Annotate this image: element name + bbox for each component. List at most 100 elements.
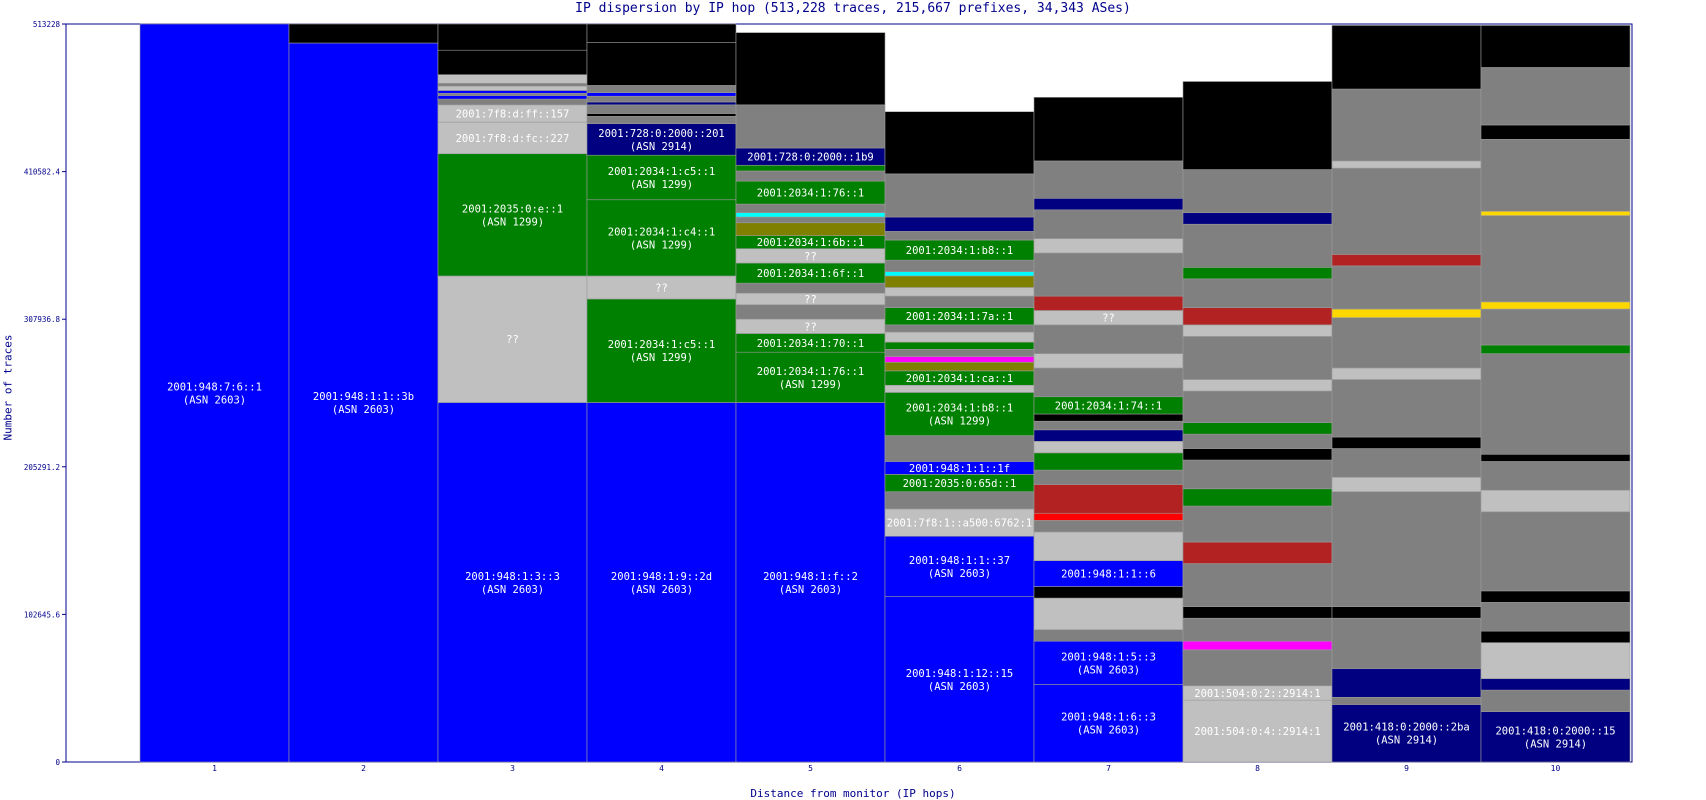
- bar-segment-hop7-8: [1033, 512, 1184, 521]
- bar-segment-hop7-11: [1033, 452, 1184, 471]
- bar-segment-hop9-7: [1331, 448, 1482, 478]
- bar-segment-hop6-23: [884, 231, 1035, 241]
- segment-label-hop4-0-line0: 2001:948:1:9::2d: [611, 571, 712, 583]
- bar-segment-hop7-9: [1033, 484, 1184, 514]
- segment-label-hop4-4-line0: 2001:2034:1:c5::1: [608, 166, 715, 178]
- bar-segment-hop6-17: [884, 295, 1035, 308]
- segment-label-hop3-0-line0: 2001:948:1:3::3: [465, 571, 560, 583]
- bar-segment-hop9-13: [1331, 265, 1482, 310]
- segment-label-hop5-0-line1: (ASN 2603): [779, 584, 842, 596]
- bar-segment-hop5-4: [735, 304, 886, 320]
- segment-label-hop5-1-line0: 2001:2034:1:76::1: [757, 366, 864, 378]
- bar-segment-hop7-15: [1033, 413, 1184, 422]
- bar-segment-hop7-19: [1033, 324, 1184, 354]
- bar-segment-hop8-8: [1182, 505, 1333, 543]
- x-tick-label-3: 3: [510, 764, 515, 773]
- bar-segment-hop3-7: [437, 93, 588, 96]
- bar-segment-hop8-16: [1182, 336, 1333, 380]
- bar-segment-hop7-6: [1033, 531, 1184, 561]
- bar-segment-hop9-2: [1331, 668, 1482, 698]
- segment-label-hop7-1-line1: (ASN 2603): [1077, 664, 1140, 676]
- segment-label-hop6-16-line0: 2001:2034:1:7a::1: [906, 311, 1013, 323]
- bar-segment-hop3-5: [437, 98, 588, 106]
- bar-segment-hop6-3: [884, 491, 1035, 510]
- segment-label-hop8-1-line0: 2001:504:0:2::2914:1: [1194, 688, 1320, 700]
- bar-segment-hop9-5: [1331, 491, 1482, 608]
- x-tick-label-8: 8: [1255, 764, 1260, 773]
- bar-segment-hop9-17: [1331, 88, 1482, 162]
- y-tick-label-2: 205291.2: [24, 463, 60, 472]
- segment-label-hop6-22-line0: 2001:2034:1:b8::1: [906, 245, 1013, 257]
- segment-label-hop7-20-line0: ??: [1102, 313, 1115, 325]
- segment-label-hop10-0-line0: 2001:418:0:2000::15: [1495, 725, 1615, 737]
- x-tick-label-10: 10: [1551, 764, 1561, 773]
- bar-segment-hop8-23: [1182, 169, 1333, 214]
- bar-segment-hop6-12: [884, 349, 1035, 357]
- segment-label-hop5-7-line0: 2001:2034:1:6f::1: [757, 268, 864, 280]
- bar-segment-hop10-18: [1480, 124, 1631, 140]
- bar-segment-hop8-17: [1182, 324, 1333, 337]
- y-tick-label-4: 410582.4: [24, 168, 61, 177]
- segment-label-hop6-7-line0: 2001:2034:1:b8::1: [906, 403, 1013, 415]
- bar-segment-hop7-12: [1033, 441, 1184, 454]
- bar-segment-hop8-11: [1182, 448, 1333, 461]
- bar-segment-hop10-3: [1480, 642, 1631, 679]
- bar-segment-hop9-3: [1331, 617, 1482, 669]
- segment-label-hop4-3-line1: (ASN 1299): [630, 239, 693, 251]
- segment-label-hop3-1-line0: ??: [506, 334, 519, 346]
- bar-segment-hop10-10: [1480, 453, 1631, 462]
- segment-label-hop7-0-line0: 2001:948:1:6::3: [1061, 712, 1156, 724]
- bar-segment-hop3-8: [437, 90, 588, 94]
- segment-label-hop9-0-line1: (ASN 2914): [1375, 735, 1438, 747]
- segment-label-hop3-4-line0: 2001:7f8:d:ff::157: [456, 108, 570, 120]
- bar-segment-hop8-9: [1182, 488, 1333, 507]
- bar-segment-hop7-26: [1033, 160, 1184, 199]
- bar-segment-hop9-14: [1331, 254, 1482, 267]
- bar-segment-hop8-22: [1182, 212, 1333, 225]
- segment-label-hop6-0-line1: (ASN 2603): [928, 681, 991, 693]
- bar-segment-hop7-10: [1033, 469, 1184, 485]
- bar-segment-hop9-9: [1331, 379, 1482, 438]
- bar-segment-hop9-4: [1331, 606, 1482, 619]
- bar-segment-hop9-18: [1331, 25, 1482, 90]
- bar-segment-hop10-4: [1480, 630, 1631, 643]
- bar-segment-hop5-13: [735, 203, 886, 214]
- bar-segment-hop10-2: [1480, 678, 1631, 691]
- x-tick-label-4: 4: [659, 764, 664, 773]
- bar-segment-hop8-14: [1182, 390, 1333, 423]
- x-tick-label-1: 1: [212, 764, 217, 773]
- bar-segment-hop9-1: [1331, 696, 1482, 705]
- bar-segment-hop2-1: [288, 23, 439, 44]
- bar-segment-hop8-4: [1182, 617, 1333, 642]
- segment-label-hop4-4-line1: (ASN 1299): [630, 179, 693, 191]
- bar-segment-hop4-13: [586, 42, 737, 86]
- segment-label-hop6-2-line0: 2001:7f8:1::a500:6762:1: [887, 518, 1032, 530]
- x-tick-label-9: 9: [1404, 764, 1409, 773]
- bar-segment-hop9-8: [1331, 436, 1482, 449]
- y-tick-label-1: 102645.6: [24, 610, 61, 619]
- segment-label-hop6-5-line0: 2001:948:1:1::1f: [909, 463, 1010, 475]
- bar-segment-hop7-27: [1033, 97, 1184, 162]
- bar-segment-hop7-23: [1033, 238, 1184, 254]
- bar-segment-hop7-3: [1033, 597, 1184, 631]
- segment-label-hop10-0-line1: (ASN 2914): [1524, 738, 1587, 750]
- bar-segment-hop10-8: [1480, 489, 1631, 513]
- bar-segment-hop6-21: [884, 259, 1035, 272]
- bar-segment-hop3-6: [437, 95, 588, 100]
- bar-segment-hop5-6: [735, 282, 886, 294]
- bar-segment-hop10-1: [1480, 689, 1631, 712]
- bar-segment-hop7-24: [1033, 209, 1184, 239]
- segment-label-hop7-5-line0: 2001:948:1:1::6: [1061, 569, 1156, 581]
- y-tick-label-5: 513228: [33, 20, 61, 29]
- bar-segment-hop10-20: [1480, 25, 1631, 68]
- bar-segment-hop3-12: [437, 49, 588, 75]
- bar-segment-hop6-24: [884, 216, 1035, 232]
- bar-segment-hop6-18: [884, 287, 1035, 297]
- segment-label-hop6-9-line0: 2001:2034:1:ca::1: [906, 373, 1013, 385]
- segment-label-hop5-2-line0: 2001:2034:1:70::1: [757, 338, 864, 350]
- bar-segment-hop9-11: [1331, 317, 1482, 369]
- bar-segment-hop4-11: [586, 92, 737, 97]
- bar-segment-hop3-11: [437, 74, 588, 84]
- x-tick-label-2: 2: [361, 764, 366, 773]
- segment-label-hop5-1-line1: (ASN 1299): [779, 379, 842, 391]
